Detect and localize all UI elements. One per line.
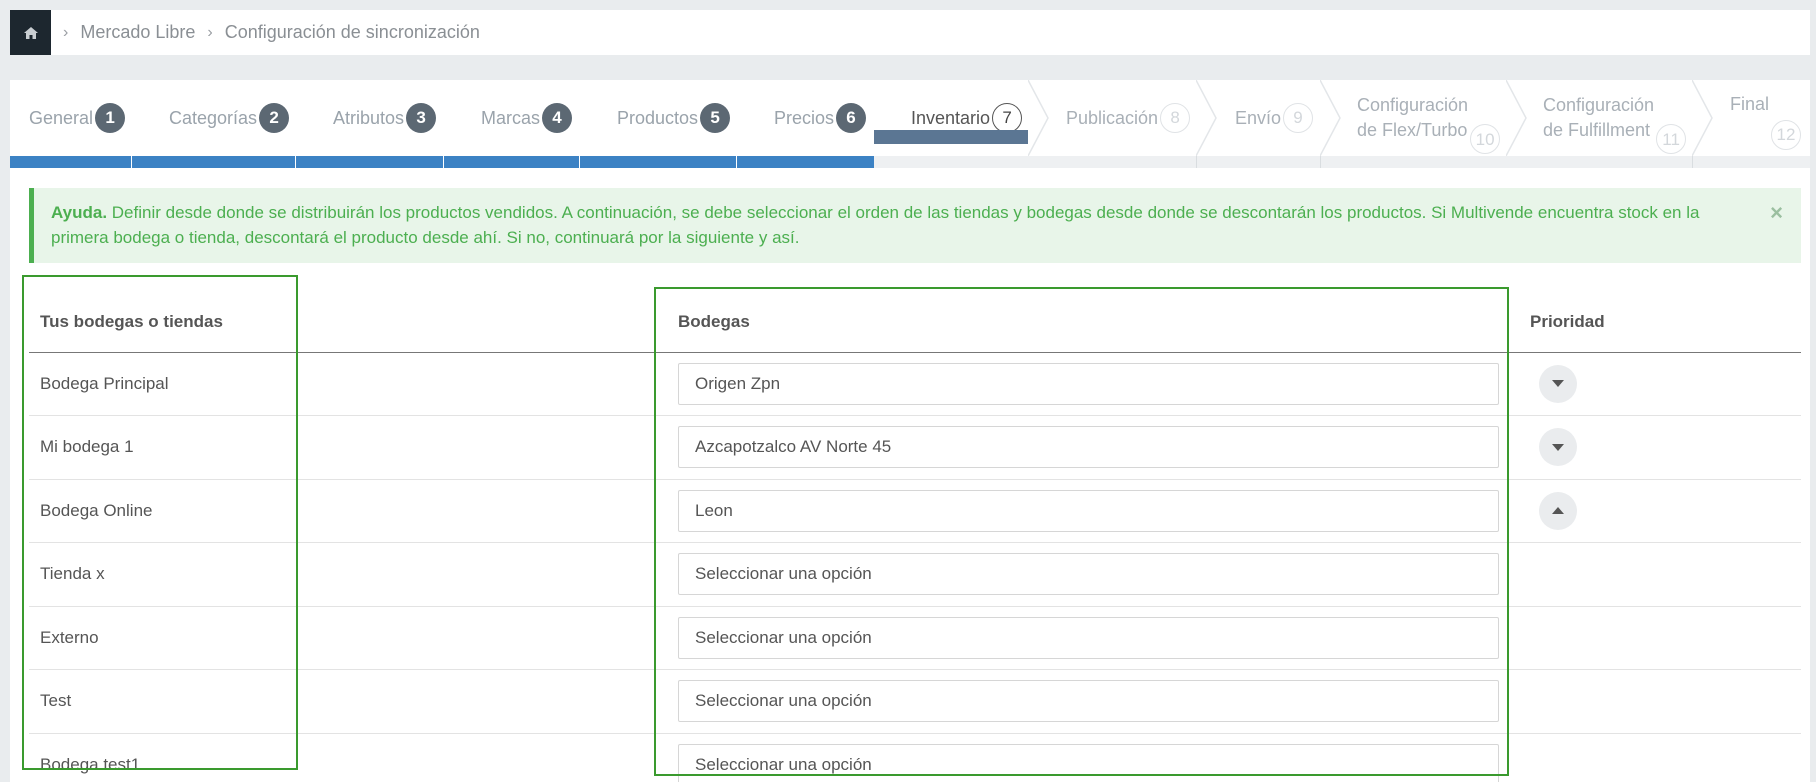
step-precios[interactable]: Precios 6 bbox=[774, 80, 867, 156]
table-row: Tienda x Seleccionar una opción bbox=[29, 542, 1801, 607]
active-step-indicator bbox=[874, 130, 1028, 144]
help-alert: Ayuda. Definir desde donde se distribuir… bbox=[29, 188, 1801, 263]
store-name: Mi bodega 1 bbox=[29, 415, 659, 480]
step-number: 10 bbox=[1470, 124, 1501, 154]
step-separator bbox=[1320, 80, 1341, 156]
chevron-right-icon: › bbox=[207, 23, 213, 41]
table-row: Mi bodega 1 Azcapotzalco AV Norte 45 bbox=[29, 415, 1801, 480]
alert-text: Definir desde donde se distribuirán los … bbox=[51, 203, 1700, 247]
breadcrumb-mercado-libre[interactable]: Mercado Libre bbox=[80, 22, 195, 43]
close-icon[interactable]: × bbox=[1770, 200, 1783, 225]
step-number: 2 bbox=[259, 103, 290, 133]
step-number: 3 bbox=[406, 103, 437, 133]
step-final[interactable]: Final 12 bbox=[1730, 80, 1802, 156]
breadcrumb-current: Configuración de sincronización bbox=[224, 22, 480, 42]
step-number: 1 bbox=[95, 103, 126, 133]
step-categorias[interactable]: Categorías 2 bbox=[169, 80, 290, 156]
step-atributos[interactable]: Atributos 3 bbox=[333, 80, 437, 156]
step-envio[interactable]: Envío 9 bbox=[1235, 80, 1314, 156]
store-name: Bodega Principal bbox=[29, 352, 659, 416]
caret-down-icon bbox=[1552, 380, 1564, 388]
table-row: Externo Seleccionar una opción bbox=[29, 606, 1801, 670]
home-button[interactable] bbox=[10, 10, 51, 55]
chevron-right-icon: › bbox=[63, 23, 69, 41]
warehouse-select[interactable]: Origen Zpn bbox=[678, 362, 1499, 405]
priority-up-button[interactable] bbox=[1539, 491, 1577, 530]
step-number: 4 bbox=[542, 103, 573, 133]
step-number: 6 bbox=[836, 103, 867, 133]
priority-down-button[interactable] bbox=[1539, 364, 1577, 403]
alert-title: Ayuda. bbox=[51, 203, 108, 222]
warehouse-select[interactable]: Seleccionar una opción bbox=[678, 553, 1499, 596]
caret-up-icon bbox=[1552, 507, 1564, 515]
wizard-steps: General 1 Categorías 2 Atributos 3 Marcas 4 … bbox=[10, 80, 1810, 168]
store-name: Bodega Online bbox=[29, 479, 659, 543]
step-flex-turbo[interactable]: Configuración de Flex/Turbo 10 bbox=[1357, 80, 1501, 156]
step-separator bbox=[1692, 80, 1713, 156]
step-number: 9 bbox=[1283, 103, 1314, 133]
warehouse-select[interactable]: Seleccionar una opción bbox=[678, 680, 1499, 723]
step-separator bbox=[1196, 80, 1217, 156]
table-row: Bodega test1 Seleccionar una opción bbox=[29, 733, 1801, 782]
step-number: 8 bbox=[1160, 103, 1191, 133]
header-priority: Prioridad bbox=[1524, 293, 1801, 353]
warehouse-select[interactable]: Azcapotzalco AV Norte 45 bbox=[678, 426, 1499, 469]
step-publicacion[interactable]: Publicación 8 bbox=[1066, 80, 1191, 156]
warehouse-table: Tus bodegas o tiendas Bodegas Prioridad … bbox=[29, 293, 1801, 782]
step-separator bbox=[1028, 80, 1049, 156]
store-name: Test bbox=[29, 669, 659, 734]
step-number: 5 bbox=[700, 103, 731, 133]
step-general[interactable]: General 1 bbox=[29, 80, 126, 156]
step-fulfillment[interactable]: Configuración de Fulfillment 11 bbox=[1543, 80, 1687, 156]
store-name: Tienda x bbox=[29, 542, 659, 607]
caret-down-icon bbox=[1552, 443, 1564, 451]
header-warehouses: Bodegas bbox=[659, 293, 1524, 353]
table-row: Test Seleccionar una opción bbox=[29, 669, 1801, 734]
main-panel: Ayuda. Definir desde donde se distribuir… bbox=[10, 168, 1810, 782]
step-separator bbox=[1506, 80, 1527, 156]
step-inventario[interactable]: Inventario 7 bbox=[911, 80, 1023, 156]
home-icon bbox=[23, 26, 38, 39]
step-number: 11 bbox=[1656, 124, 1687, 154]
breadcrumb: › Mercado Libre › Configuración de sincr… bbox=[10, 10, 1810, 55]
table-row: Bodega Principal Origen Zpn bbox=[29, 352, 1801, 416]
store-name: Bodega test1 bbox=[29, 733, 659, 782]
warehouse-select[interactable]: Seleccionar una opción bbox=[678, 616, 1499, 659]
header-stores: Tus bodegas o tiendas bbox=[29, 293, 659, 353]
step-number: 7 bbox=[992, 103, 1023, 133]
warehouse-select[interactable]: Seleccionar una opción bbox=[678, 743, 1499, 782]
table-row: Bodega Online Leon bbox=[29, 479, 1801, 543]
priority-down-button[interactable] bbox=[1539, 428, 1577, 467]
step-productos[interactable]: Productos 5 bbox=[617, 80, 731, 156]
store-name: Externo bbox=[29, 606, 659, 670]
progress-bar bbox=[10, 156, 874, 168]
warehouse-select[interactable]: Leon bbox=[678, 489, 1499, 532]
step-number: 12 bbox=[1771, 120, 1802, 150]
step-marcas[interactable]: Marcas 4 bbox=[481, 80, 573, 156]
